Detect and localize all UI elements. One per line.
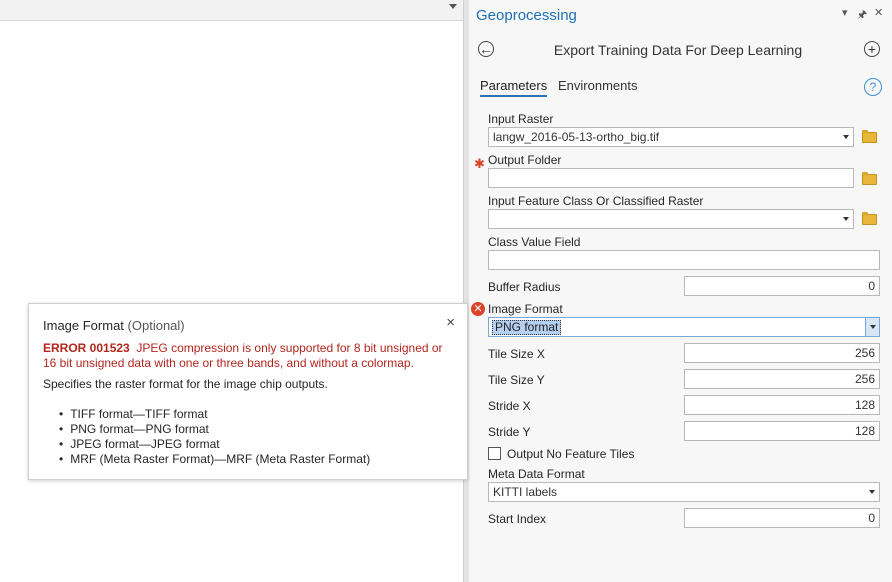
output-no-feature-label: Output No Feature Tiles bbox=[507, 447, 635, 461]
chevron-down-icon[interactable] bbox=[449, 4, 457, 9]
tile-size-x-field[interactable]: 256 bbox=[684, 343, 880, 363]
output-folder-label: Output Folder bbox=[488, 153, 562, 167]
chevron-down-icon bbox=[870, 325, 876, 329]
tile-size-y-label: Tile Size Y bbox=[488, 373, 545, 387]
tab-environments[interactable]: Environments bbox=[558, 78, 637, 93]
stride-x-field[interactable]: 128 bbox=[684, 395, 880, 415]
output-folder-field[interactable] bbox=[488, 168, 854, 188]
pin-icon[interactable]: 🖈 bbox=[857, 6, 867, 25]
error-code: ERROR 001523 bbox=[43, 341, 130, 355]
class-value-field[interactable] bbox=[488, 250, 880, 270]
list-item: PNG format—PNG format bbox=[59, 422, 370, 437]
stride-y-field[interactable]: 128 bbox=[684, 421, 880, 441]
error-icon[interactable]: ✕ bbox=[471, 302, 485, 316]
tooltip-error: ERROR 001523 JPEG compression is only su… bbox=[43, 341, 455, 371]
buffer-radius-field[interactable]: 0 bbox=[684, 276, 880, 296]
input-raster-label: Input Raster bbox=[488, 112, 554, 126]
close-icon[interactable]: × bbox=[446, 314, 455, 331]
output-no-feature-checkbox[interactable] bbox=[488, 447, 501, 460]
dropdown-button[interactable] bbox=[865, 318, 879, 336]
chevron-down-icon bbox=[869, 490, 875, 494]
close-icon[interactable]: ✕ bbox=[874, 6, 883, 19]
chevron-down-icon bbox=[843, 217, 849, 221]
input-feature-label: Input Feature Class Or Classified Raster bbox=[488, 194, 704, 208]
meta-data-format-dropdown[interactable]: KITTI labels bbox=[488, 482, 880, 502]
help-icon[interactable]: ? bbox=[864, 78, 882, 96]
input-feature-dropdown[interactable] bbox=[488, 209, 854, 229]
stride-x-label: Stride X bbox=[488, 399, 531, 413]
folder-icon[interactable] bbox=[862, 212, 877, 225]
tab-parameters[interactable]: Parameters bbox=[480, 78, 548, 97]
folder-icon[interactable] bbox=[862, 130, 877, 143]
chevron-down-icon bbox=[843, 135, 849, 139]
start-index-label: Start Index bbox=[488, 512, 547, 526]
image-format-value: PNG format bbox=[492, 320, 562, 335]
buffer-radius-label: Buffer Radius bbox=[488, 280, 561, 294]
map-view-pane bbox=[0, 0, 463, 582]
tile-size-y-field[interactable]: 256 bbox=[684, 369, 880, 389]
start-index-field[interactable]: 0 bbox=[684, 508, 880, 528]
tile-size-x-label: Tile Size X bbox=[488, 347, 545, 361]
class-value-label: Class Value Field bbox=[488, 235, 581, 249]
list-item: MRF (Meta Raster Format)—MRF (Meta Raste… bbox=[59, 452, 370, 467]
folder-icon[interactable] bbox=[862, 172, 877, 185]
tooltip-description: Specifies the raster format for the imag… bbox=[43, 377, 328, 391]
list-item: JPEG format—JPEG format bbox=[59, 437, 370, 452]
input-raster-value: langw_2016-05-13-ortho_big.tif bbox=[493, 130, 660, 144]
meta-data-format-label: Meta Data Format bbox=[488, 467, 585, 481]
image-format-label: Image Format bbox=[488, 302, 563, 316]
meta-data-format-value: KITTI labels bbox=[493, 485, 558, 499]
tooltip-title-text: Image Format bbox=[43, 318, 124, 333]
tooltip-optional: (Optional) bbox=[127, 318, 185, 333]
add-icon[interactable]: + bbox=[864, 41, 880, 57]
dropdown-icon[interactable]: ▾ bbox=[842, 6, 848, 19]
tooltip-title: Image Format (Optional) bbox=[43, 318, 185, 333]
stride-y-label: Stride Y bbox=[488, 425, 531, 439]
list-item: TIFF format—TIFF format bbox=[59, 407, 370, 422]
parameter-tooltip: Image Format (Optional) × ERROR 001523 J… bbox=[28, 303, 468, 480]
tooltip-options-list: TIFF format—TIFF format PNG format—PNG f… bbox=[59, 407, 370, 467]
input-raster-dropdown[interactable]: langw_2016-05-13-ortho_big.tif bbox=[488, 127, 854, 147]
required-icon: ✱ bbox=[474, 156, 485, 171]
tool-title: Export Training Data For Deep Learning bbox=[553, 42, 803, 58]
image-format-dropdown[interactable]: PNG format bbox=[488, 317, 880, 337]
left-pane-header bbox=[0, 0, 463, 21]
pane-title: Geoprocessing bbox=[476, 7, 577, 24]
